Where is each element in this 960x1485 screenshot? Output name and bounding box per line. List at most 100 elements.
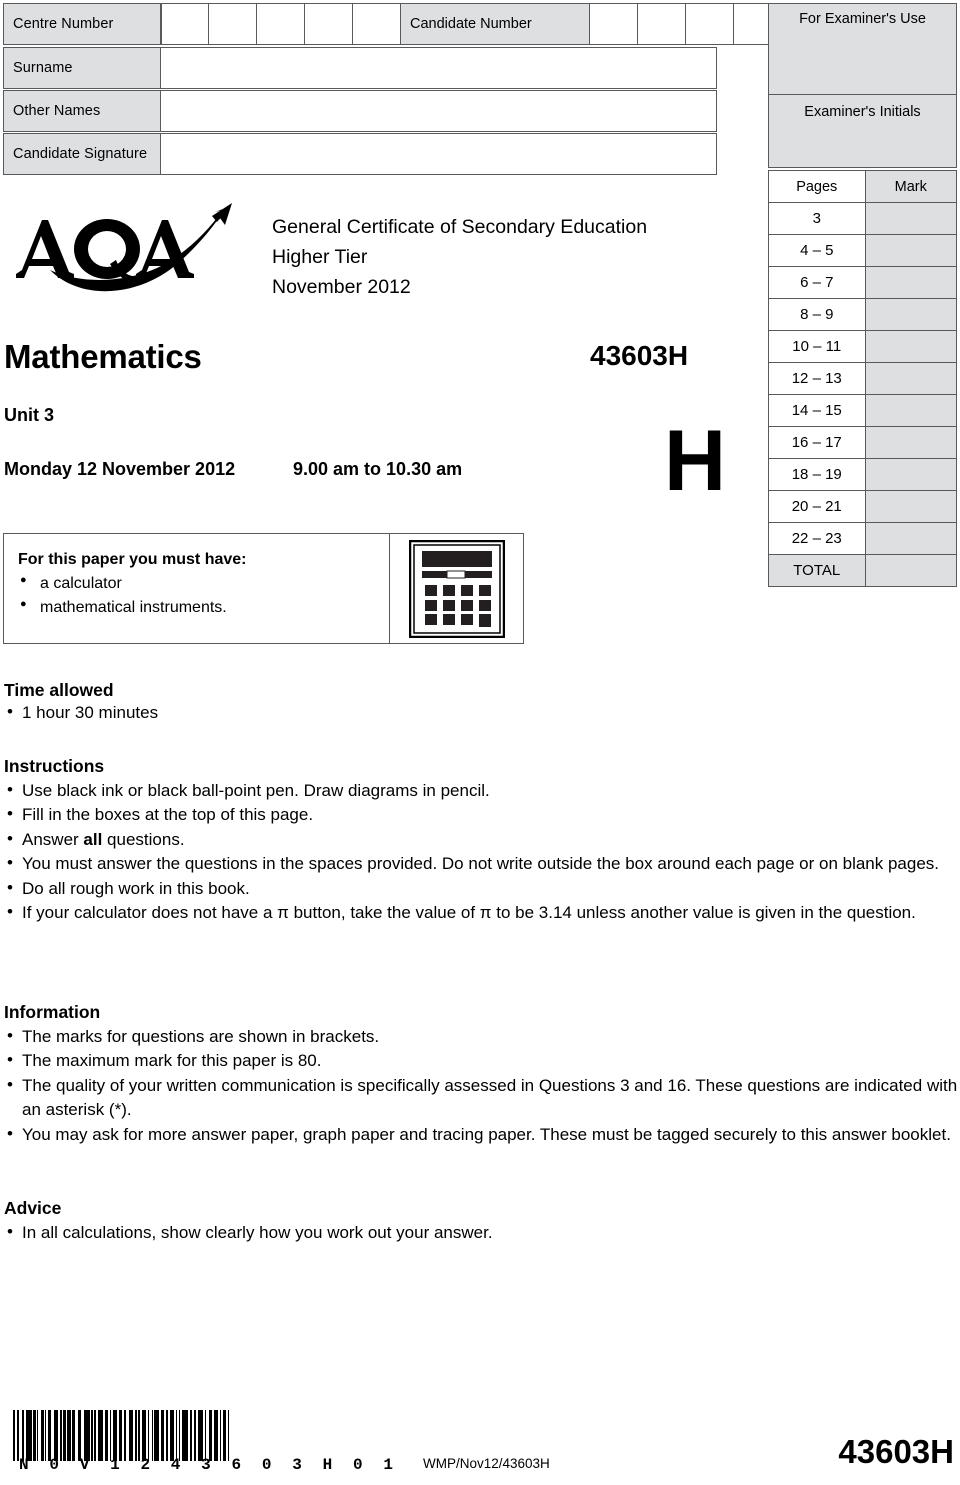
qualification-line: General Certificate of Secondary Educati…	[272, 216, 648, 238]
instruction-item: You must answer the questions in the spa…	[7, 851, 939, 877]
marks-row: 12 – 13	[768, 362, 957, 395]
marks-row-mark[interactable]	[864, 234, 957, 267]
barcode-digit: V	[79, 1456, 90, 1474]
marks-row-mark[interactable]	[864, 426, 957, 459]
candidate-details-grid: Centre Number Candidate Number Surname O…	[3, 3, 782, 175]
aqa-logo	[12, 198, 247, 298]
marks-row-pages: 16 – 17	[768, 426, 866, 459]
centre-number-row: Centre Number Candidate Number	[3, 3, 782, 45]
time-allowed-block: Time allowed 1 hour 30 minutes	[4, 680, 158, 723]
marks-row: 10 – 11	[768, 330, 957, 363]
information-item: The maximum mark for this paper is 80.	[7, 1048, 960, 1074]
marks-row-pages: 10 – 11	[768, 330, 866, 363]
information-title: Information	[4, 1002, 101, 1022]
instruction-item: Use black ink or black ball-point pen. D…	[7, 778, 939, 804]
centre-number-digit-4[interactable]	[305, 3, 353, 45]
marks-row-pages: 6 – 7	[768, 266, 866, 299]
centre-number-digit-1[interactable]	[161, 3, 209, 45]
subject-title: Mathematics	[4, 338, 202, 375]
barcode-digit: 6	[231, 1456, 242, 1474]
marks-total-row: TOTAL	[768, 554, 957, 587]
wmp-code: WMP/Nov12/43603H	[423, 1456, 550, 1471]
barcode-digit: 0	[352, 1456, 363, 1474]
instruction-item: Answer all questions.	[7, 827, 939, 853]
other-names-input[interactable]	[161, 90, 717, 132]
unit-line: Unit 3	[4, 405, 55, 425]
marks-row: 18 – 19	[768, 458, 957, 491]
barcode-digit: 4	[170, 1456, 181, 1474]
requirements-title: For this paper you must have:	[18, 551, 247, 568]
examiner-use-title: For Examiner's Use	[768, 3, 957, 95]
information-block: Information The marks for questions are …	[4, 1000, 960, 1147]
requirements-list: a calculator mathematical instruments.	[18, 574, 389, 617]
marks-row-mark[interactable]	[864, 394, 957, 427]
marks-total-value[interactable]	[864, 554, 957, 587]
marks-row-mark[interactable]	[864, 298, 957, 331]
surname-label: Surname	[3, 47, 161, 89]
calculator-icon-cell	[389, 534, 523, 643]
other-names-label: Other Names	[3, 90, 161, 132]
session-line: November 2012	[272, 276, 411, 298]
information-list: The marks for questions are shown in bra…	[4, 1024, 960, 1148]
requirement-item: a calculator	[20, 574, 389, 593]
barcode-digit: 3	[201, 1456, 211, 1474]
centre-number-input[interactable]: Candidate Number	[161, 3, 782, 45]
instruction-item: Fill in the boxes at the top of this pag…	[7, 802, 939, 828]
centre-number-label: Centre Number	[3, 3, 161, 45]
barcode-digit: 3	[292, 1456, 302, 1474]
barcode-digit: 2	[140, 1456, 151, 1474]
information-item: The marks for questions are shown in bra…	[7, 1024, 960, 1050]
marks-row-mark[interactable]	[864, 202, 957, 235]
examiner-initials-field[interactable]: Examiner's Initials	[768, 95, 957, 168]
exam-datetime-row: Monday 12 November 2012 9.00 am to 10.30 …	[4, 459, 462, 480]
barcode-digit: H	[322, 1456, 333, 1474]
marks-row-pages: 14 – 15	[768, 394, 866, 427]
instruction-item: Do all rough work in this book.	[7, 876, 939, 902]
exam-header-lines: General Certificate of Secondary Educati…	[272, 212, 647, 302]
marks-row-pages: 22 – 23	[768, 522, 866, 555]
candidate-number-digit-3[interactable]	[686, 3, 734, 45]
marks-row: 4 – 5	[768, 234, 957, 267]
marks-row: 22 – 23	[768, 522, 957, 555]
requirements-box: For this paper you must have: a calculat…	[3, 533, 524, 644]
marks-row: 14 – 15	[768, 394, 957, 427]
candidate-number-digit-2[interactable]	[638, 3, 686, 45]
marks-row-mark[interactable]	[864, 522, 957, 555]
marks-header-pages: Pages	[768, 170, 866, 203]
marks-row-mark[interactable]	[864, 266, 957, 299]
centre-number-digit-3[interactable]	[257, 3, 305, 45]
candidate-number-digit-1[interactable]	[590, 3, 638, 45]
information-item: The quality of your written communicatio…	[7, 1073, 960, 1123]
instructions-title: Instructions	[4, 756, 105, 776]
marks-row-pages: 20 – 21	[768, 490, 866, 523]
instruction-item: If your calculator does not have a π but…	[7, 900, 939, 926]
instructions-block: Instructions Use black ink or black ball…	[4, 754, 939, 926]
marks-row-mark[interactable]	[864, 458, 957, 491]
marks-row: 16 – 17	[768, 426, 957, 459]
barcode-digit: 1	[383, 1456, 393, 1474]
centre-number-digit-5[interactable]	[353, 3, 401, 45]
candidate-signature-label: Candidate Signature	[3, 133, 161, 175]
barcode-digit: 0	[261, 1456, 272, 1474]
candidate-number-label: Candidate Number	[401, 3, 590, 45]
instructions-list: Use black ink or black ball-point pen. D…	[4, 778, 939, 926]
barcode-image	[13, 1410, 229, 1461]
calculator-icon	[408, 539, 505, 638]
information-item: You may ask for more answer paper, graph…	[7, 1122, 960, 1148]
marks-row: 6 – 7	[768, 266, 957, 299]
advice-block: Advice In all calculations, show clearly…	[4, 1196, 493, 1245]
surname-input[interactable]	[161, 47, 717, 89]
candidate-signature-input[interactable]	[161, 133, 717, 175]
other-names-row: Other Names	[3, 90, 717, 132]
marks-row-mark[interactable]	[864, 330, 957, 363]
centre-number-digit-2[interactable]	[209, 3, 257, 45]
marks-row-pages: 3	[768, 202, 866, 235]
candidate-signature-row: Candidate Signature	[3, 133, 717, 175]
marks-row-mark[interactable]	[864, 362, 957, 395]
barcode-digit: N	[19, 1456, 29, 1474]
exam-time: 9.00 am to 10.30 am	[293, 459, 463, 479]
tier-line: Higher Tier	[272, 246, 368, 268]
footer-paper-code: 43603H	[838, 1433, 954, 1470]
exam-date: Monday 12 November 2012	[4, 459, 236, 479]
marks-row-mark[interactable]	[864, 490, 957, 523]
